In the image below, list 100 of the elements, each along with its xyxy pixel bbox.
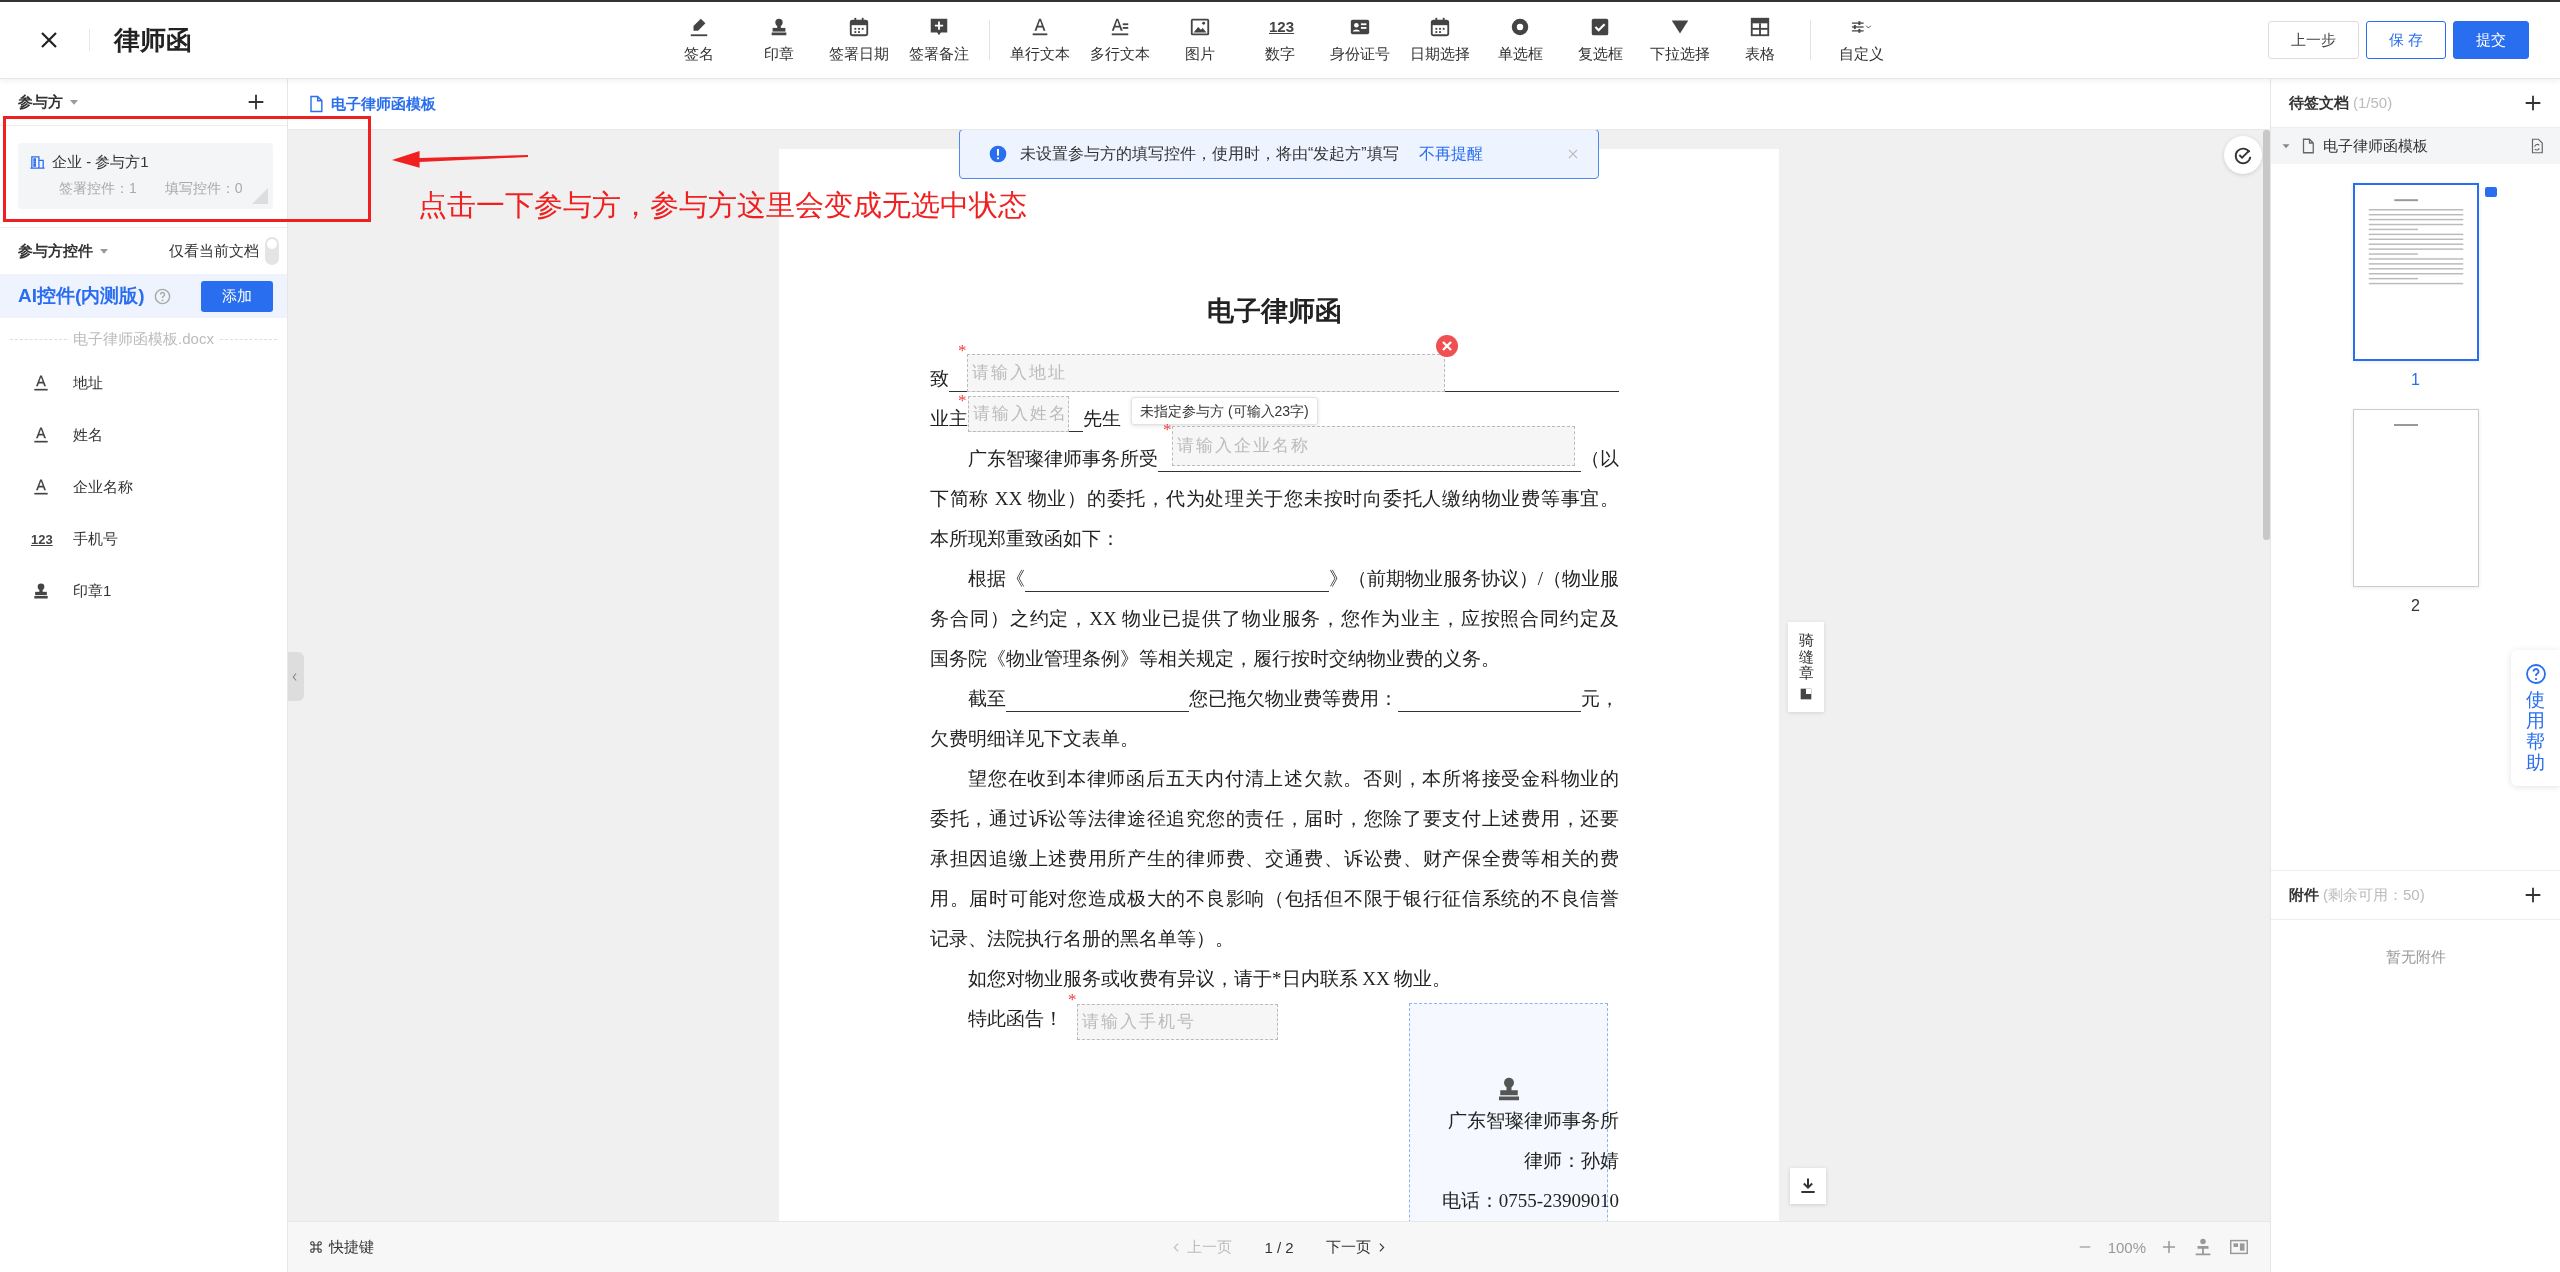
toolbar-button[interactable]: 单行文本 xyxy=(1000,16,1080,64)
section-title: 附件 xyxy=(2289,885,2319,905)
toggle-switch[interactable] xyxy=(265,237,279,265)
text-icon xyxy=(31,425,51,445)
input-field[interactable]: 请输入地址 xyxy=(967,354,1445,392)
annotation-text: 点击一下参与方，参与方这里会变成无选中状态 xyxy=(418,188,1027,223)
building-icon xyxy=(29,154,46,171)
document-text: 望您在收到本律师函后五天内付清上述欠款。否则，本所将接受金科物业的 xyxy=(968,768,1619,789)
toolbar-button[interactable]: 图片 xyxy=(1160,16,1240,64)
toolbar-button[interactable]: 身份证号 xyxy=(1320,16,1400,64)
section-title: 待签文档 xyxy=(2289,93,2349,113)
page-thumbnail[interactable] xyxy=(2352,183,2479,361)
radio-icon xyxy=(1509,16,1531,38)
page-number: 1 xyxy=(2411,371,2420,389)
window-title: 律师函 xyxy=(114,23,192,57)
page-thumbnail[interactable] xyxy=(2352,409,2479,587)
toolbar-button[interactable]: 签名 xyxy=(659,16,739,64)
calendar-icon xyxy=(1429,16,1451,38)
document-text: 截至 xyxy=(968,687,1006,711)
collapse-handle[interactable] xyxy=(288,652,304,701)
document-text: 委托，通过诉讼等法律途径追究您的责任，届时，您除了要支付上述费用，还要 xyxy=(930,808,1619,829)
stamp-icon xyxy=(31,581,51,601)
image-icon xyxy=(1189,16,1211,38)
control-item[interactable]: 姓名 xyxy=(0,409,287,461)
participant-name: 企业 - 参与方1 xyxy=(52,153,149,172)
toolbar-button[interactable]: 下拉选择 xyxy=(1640,16,1720,64)
text-icon xyxy=(31,373,51,393)
dismiss-link[interactable]: 不再提醒 xyxy=(1418,143,1483,165)
signature-line: 律师：孙婧 xyxy=(1523,1149,1619,1173)
page-number: 2 xyxy=(2411,597,2420,615)
delete-icon[interactable] xyxy=(1435,334,1459,358)
toolbar-button[interactable]: 复选框 xyxy=(1560,16,1640,64)
check-button[interactable] xyxy=(2224,136,2262,174)
control-item[interactable]: 企业名称 xyxy=(0,461,287,513)
ai-controls-title: AI控件(内测版) xyxy=(18,284,145,308)
input-field[interactable]: 请输入企业名称 xyxy=(1172,426,1575,466)
attachment-note: (剩余可用：50) xyxy=(2323,885,2425,905)
help-button[interactable]: 使用帮助 xyxy=(2511,650,2560,786)
fill-count: 填写控件：0 xyxy=(164,180,243,198)
document-count: (1/50) xyxy=(2353,93,2393,111)
zoom-in-icon[interactable] xyxy=(2160,1238,2178,1256)
toolbar-button[interactable]: 日期选择 xyxy=(1400,16,1480,64)
download-button[interactable] xyxy=(1790,1168,1826,1204)
document-text: 记录、法院执行名册的黑名单等）。 xyxy=(930,928,1234,949)
section-title: 参与方控件 xyxy=(18,241,93,261)
zoom-level: 100% xyxy=(2107,1238,2146,1256)
document-text: 您已拖欠物业费等费用： xyxy=(1189,687,1398,711)
toolbar-button[interactable]: 表格 xyxy=(1720,16,1800,64)
toolbar-button[interactable]: 自定义 xyxy=(1821,16,1901,64)
download-icon xyxy=(1798,1176,1818,1196)
signature-line: 电话：0755-23909010 xyxy=(1440,1189,1619,1213)
toolbar-button[interactable]: 单选框 xyxy=(1480,16,1560,64)
help-icon[interactable] xyxy=(152,286,172,306)
document-text: 》（前期物业服务协议）/（物业服 xyxy=(1328,567,1619,591)
required-mark: * xyxy=(958,392,967,409)
toolbar-button[interactable]: 签署日期 xyxy=(819,16,899,64)
control-item[interactable]: 印章1 xyxy=(0,565,287,617)
input-field[interactable]: 请输入手机号 xyxy=(1077,1004,1278,1040)
document-text: 下简称 XX 物业）的委托，代为处理关于您未按时向委托人缴纳物业费等事宜。 xyxy=(930,488,1619,509)
text-icon xyxy=(31,477,51,497)
document-text: 先生 xyxy=(1083,407,1121,431)
control-item[interactable]: 地址 xyxy=(0,357,287,409)
toolbar-button[interactable]: 123 数字 xyxy=(1240,16,1320,64)
control-item[interactable]: 123 手机号 xyxy=(0,513,287,565)
document-text: 根据《 xyxy=(968,567,1025,591)
table-icon xyxy=(1749,16,1771,38)
help-icon xyxy=(2523,662,2548,686)
seam-seal-button[interactable]: 骑缝章 xyxy=(1788,622,1824,712)
document-text: 用。届时可能对您造成极大的不良影响（包括但不限于银行征信系统的不良信誉 xyxy=(930,888,1619,909)
command-icon xyxy=(308,1239,324,1255)
bookmark-flag xyxy=(2484,187,2497,197)
document-name: 电子律师函模板.docx xyxy=(73,330,214,349)
document-text: 广东智璨律师事务所受 xyxy=(968,447,1158,471)
save-button[interactable]: 保 存 xyxy=(2365,21,2446,59)
participant-card[interactable]: 企业 - 参与方1 签署控件：1 填写控件：0 xyxy=(18,143,273,209)
submit-button[interactable]: 提交 xyxy=(2453,21,2529,59)
section-title: 参与方 xyxy=(18,92,63,112)
sign-count: 签署控件：1 xyxy=(59,180,137,198)
required-mark: * xyxy=(958,342,967,359)
document-row[interactable]: 电子律师函模板 xyxy=(2271,128,2560,164)
document-tab[interactable]: 电子律师函模板 xyxy=(306,94,436,114)
add-button[interactable]: 添加 xyxy=(201,280,273,312)
document-text: 承担因追缴上述费用所产生的律师费、交通费、诉讼费、财产保全费等相关的费 xyxy=(930,848,1619,869)
required-mark: * xyxy=(1068,991,1077,1008)
document-name: 电子律师函模板 xyxy=(2323,136,2428,156)
next-page-button[interactable]: 下一页 xyxy=(1325,1237,1388,1257)
toolbar-button[interactable]: 签署备注 xyxy=(899,16,979,64)
document-text: 务合同）之约定，XX 物业已提供了物业服务，您作为业主，应按照合同约定及 xyxy=(930,608,1619,629)
signature-line: 广东智璨律师事务所 xyxy=(1447,1109,1619,1133)
toolbar-button[interactable]: 多行文本 xyxy=(1080,16,1160,64)
comment-plus-icon xyxy=(928,16,950,38)
shortcut-button[interactable]: 快捷键 xyxy=(308,1237,1171,1257)
scrollbar-thumb[interactable] xyxy=(2263,130,2270,540)
page-indicator: 1 / 2 xyxy=(1264,1238,1294,1256)
document-text: （以 xyxy=(1581,447,1619,471)
tooltip: 未指定参与方 (可输入23字) xyxy=(1131,397,1318,425)
document-text: 如您对物业服务或收费有异议，请于*日内联系 XX 物业。 xyxy=(968,968,1452,989)
back-button[interactable]: 上一步 xyxy=(2267,21,2359,59)
toolbar-button[interactable]: 印章 xyxy=(739,16,819,64)
document-title: 电子律师函 xyxy=(1206,295,1343,328)
